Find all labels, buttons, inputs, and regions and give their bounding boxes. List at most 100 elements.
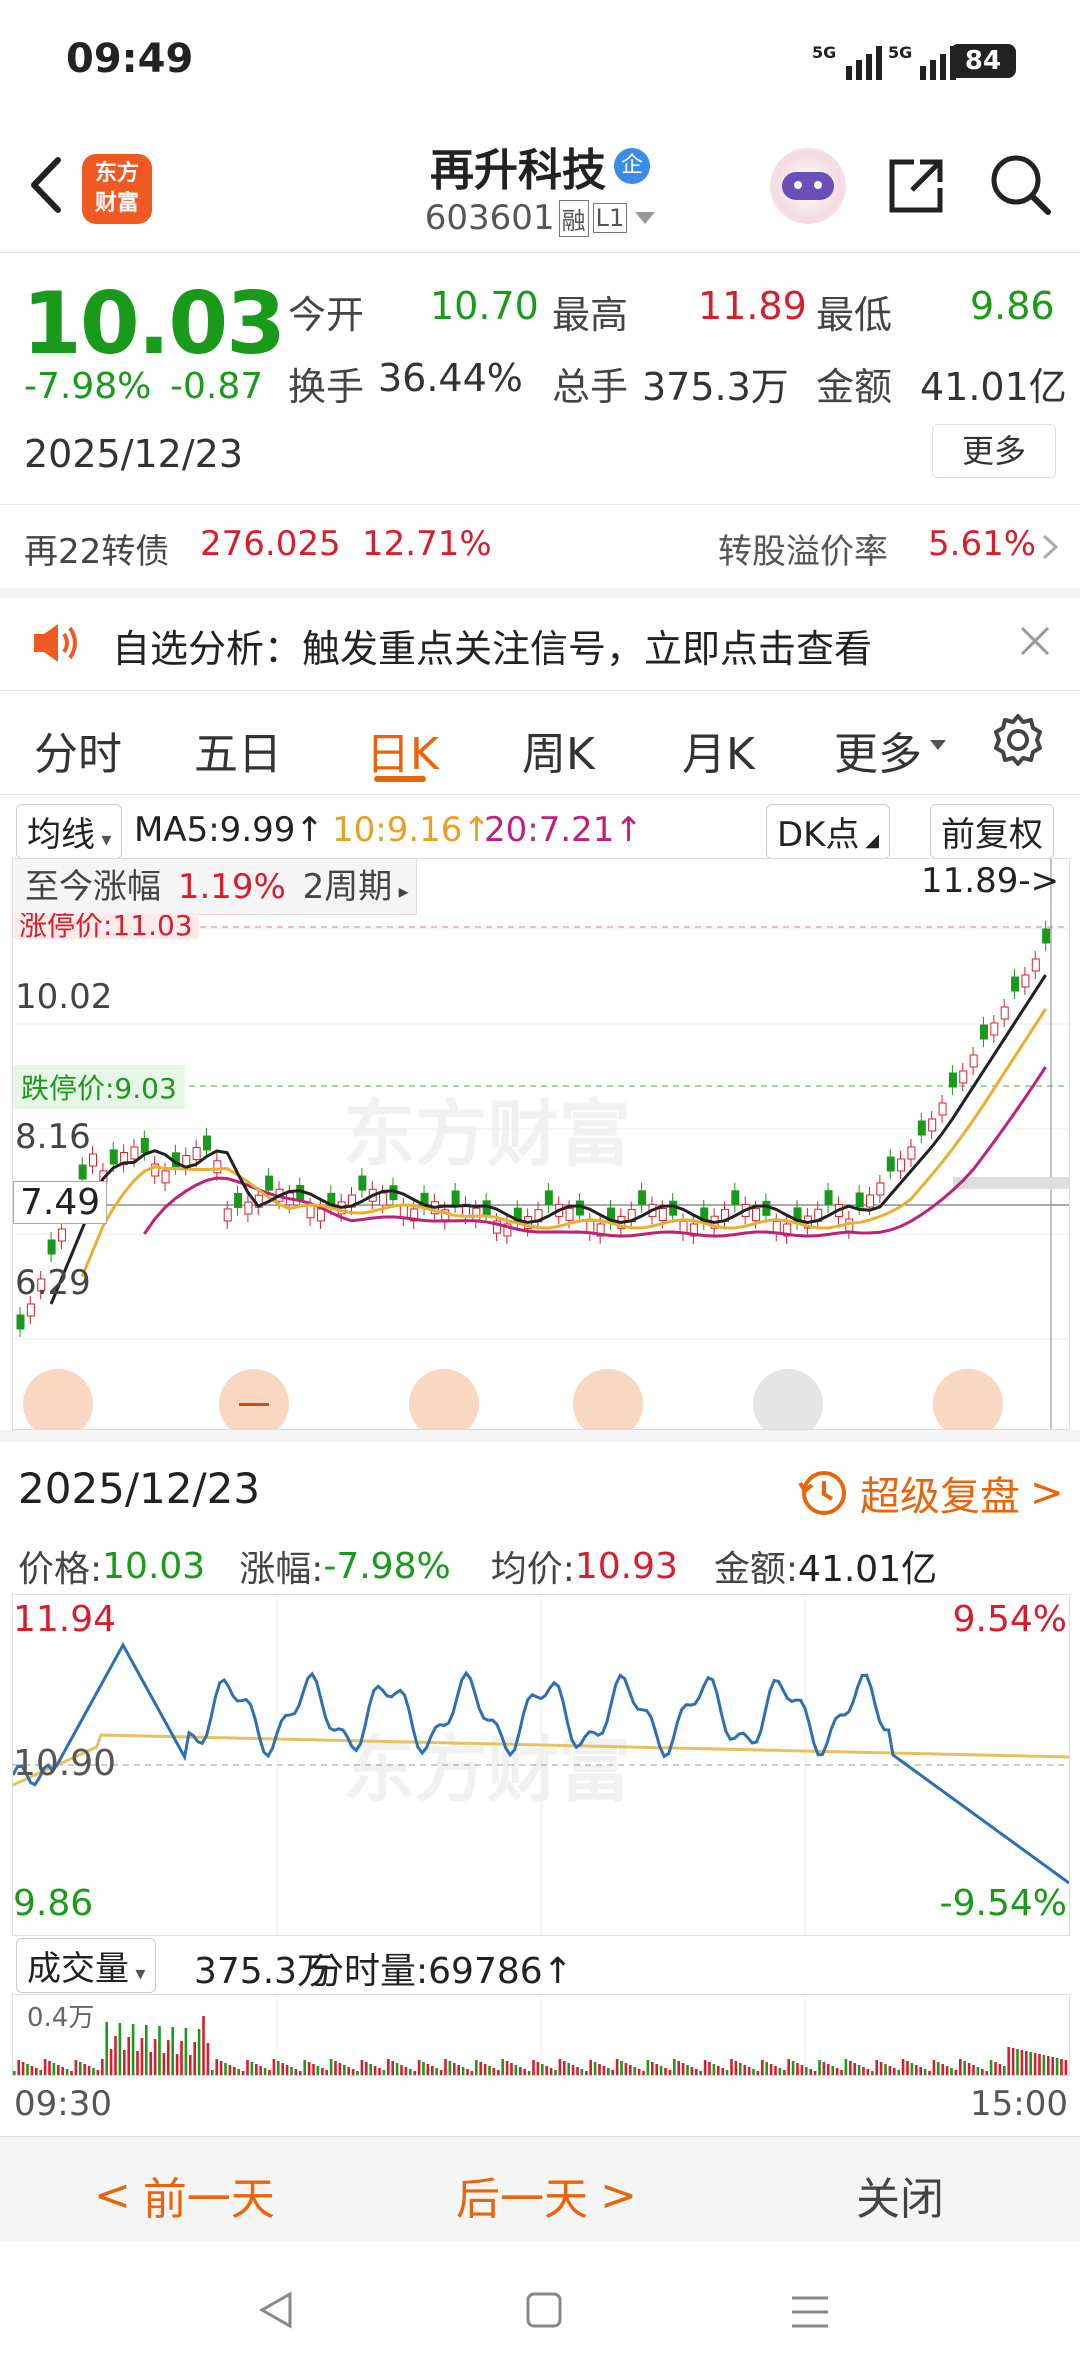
nav-home-icon[interactable] [524, 2290, 564, 2334]
y-label-3: 7.49 [13, 1181, 108, 1224]
analysis-alert[interactable]: 自选分析：触发重点关注信号，立即点击查看 [0, 598, 1080, 688]
volume-bar [224, 2063, 227, 2075]
search-icon[interactable] [988, 152, 1054, 218]
volume-bar [395, 2063, 399, 2075]
prev-arrow-icon[interactable] [573, 1369, 643, 1429]
volume-bar [277, 2061, 280, 2075]
scroll-left-icon[interactable] [23, 1369, 93, 1429]
volume-bar [127, 2037, 130, 2075]
volume-bar [813, 2071, 817, 2075]
convertible-bond-row[interactable]: 再22转债 276.025 12.71% 转股溢价率 5.61% [0, 506, 1080, 588]
volume-bar [466, 2069, 469, 2075]
volume-bar [598, 2064, 601, 2075]
volume-selector[interactable]: 成交量 ▾ [16, 1938, 157, 1993]
intraday-chart[interactable]: 东方财富 11.94 10.90 9.86 9.54% -9.54% [12, 1594, 1070, 1936]
volume-bar [1003, 2066, 1006, 2075]
volume-bar [400, 2065, 403, 2075]
volume-bar [972, 2065, 975, 2075]
next-arrow-icon[interactable] [753, 1369, 823, 1429]
kline-candle [886, 1156, 895, 1172]
ma-selector[interactable]: 均线 ▾ [16, 804, 123, 859]
volume-scale: 0.4万 [27, 2003, 95, 2033]
kline-chart[interactable]: 东方财富 至今涨幅 1.19% 2周期 ▸ 11.89-> 涨停价:11.03 … [12, 858, 1070, 1430]
volume-bar [708, 2062, 711, 2075]
volume-bar [879, 2062, 883, 2075]
volume-bar [101, 2059, 104, 2075]
volume-chart[interactable]: 0.4万 [12, 1994, 1070, 2076]
volume-bar [919, 2067, 922, 2075]
net1-label: 5G [812, 43, 836, 62]
fullscreen-icon[interactable] [933, 1369, 1003, 1429]
volume-bar [805, 2067, 808, 2075]
volume-bar [769, 2064, 773, 2075]
volume-bar [149, 2052, 152, 2075]
close-button[interactable]: 关闭 [856, 2163, 944, 2227]
zoom-out-icon[interactable] [219, 1369, 289, 1429]
range-box[interactable]: 至今涨幅 1.19% 2周期 ▸ [13, 859, 417, 915]
kline-candle [866, 1194, 875, 1208]
settings-gear-icon[interactable] [990, 712, 1046, 772]
next-day-button[interactable]: 后一天 > [456, 2163, 637, 2227]
volume-bar [233, 2067, 236, 2075]
volume-bar [35, 2068, 38, 2075]
volume-bar [360, 2060, 364, 2075]
kline-candle [244, 1201, 253, 1215]
turnover-label: 换手 [288, 365, 365, 409]
robot-avatar-icon[interactable] [770, 148, 846, 224]
volume-bar [74, 2060, 78, 2075]
volume-bar [717, 2066, 720, 2075]
tab-weekly-k[interactable]: 周K [522, 718, 595, 782]
volume-bar [475, 2060, 478, 2075]
tab-more[interactable]: 更多 [834, 718, 922, 782]
intraday-y-bot: 9.86 [13, 1883, 94, 1924]
volume-bar [941, 2064, 944, 2075]
more-button[interactable]: 更多 [932, 424, 1056, 478]
kline-candle [223, 1208, 232, 1222]
volume-bar [219, 2061, 223, 2075]
super-replay-button[interactable]: 超级复盘 > [798, 1464, 1064, 1522]
volume-bar [1016, 2049, 1019, 2075]
tab-daily-k[interactable]: 日K [366, 718, 439, 782]
volume-svg [13, 1995, 1068, 2075]
volume-bar [989, 2060, 993, 2075]
zoom-in-icon[interactable] [409, 1369, 479, 1429]
volume-bar [607, 2068, 610, 2075]
range-label: 至今涨幅 [25, 867, 161, 907]
prev-day-label: 前一天 [142, 2174, 275, 2225]
volume-bar [690, 2067, 694, 2075]
volume-bar [158, 2026, 161, 2075]
volume-bar [39, 2070, 42, 2075]
volume-bar [26, 2064, 29, 2075]
volume-bar [844, 2059, 848, 2075]
kline-candle [855, 1192, 864, 1208]
share-icon[interactable] [884, 154, 948, 218]
kline-candle [1011, 976, 1020, 992]
tab-five-day[interactable]: 五日 [194, 718, 282, 782]
close-icon[interactable] [1018, 624, 1052, 662]
tab-intraday[interactable]: 分时 [34, 718, 122, 782]
volume-bar [712, 2064, 716, 2075]
kline-candle [979, 1024, 988, 1040]
volume-bar [1060, 2059, 1063, 2075]
volume-bar [140, 2038, 144, 2075]
volume-bar [61, 2067, 64, 2075]
change-amount: -0.87 [170, 366, 264, 407]
volume-bar [422, 2062, 425, 2075]
volume-bar [193, 2042, 196, 2075]
volume-bar [457, 2065, 460, 2075]
kline-candle [265, 1175, 274, 1191]
nav-menu-icon[interactable] [790, 2292, 830, 2336]
adjust-button[interactable]: 前复权 [930, 804, 1054, 859]
volume-bar [923, 2069, 927, 2075]
chevron-left-icon: < [94, 2169, 131, 2221]
dk-point-button[interactable]: DK点 ◢ [766, 804, 891, 859]
volume-bar [514, 2065, 518, 2075]
volume-bar [285, 2065, 289, 2075]
nav-back-icon[interactable] [256, 2290, 296, 2334]
volume-bar [316, 2066, 320, 2075]
tab-monthly-k[interactable]: 月K [682, 718, 755, 782]
volume-bar [426, 2064, 430, 2075]
kline-candle [192, 1146, 201, 1160]
turnover-value: 36.44% [378, 356, 523, 400]
prev-day-button[interactable]: < 前一天 [94, 2163, 275, 2227]
